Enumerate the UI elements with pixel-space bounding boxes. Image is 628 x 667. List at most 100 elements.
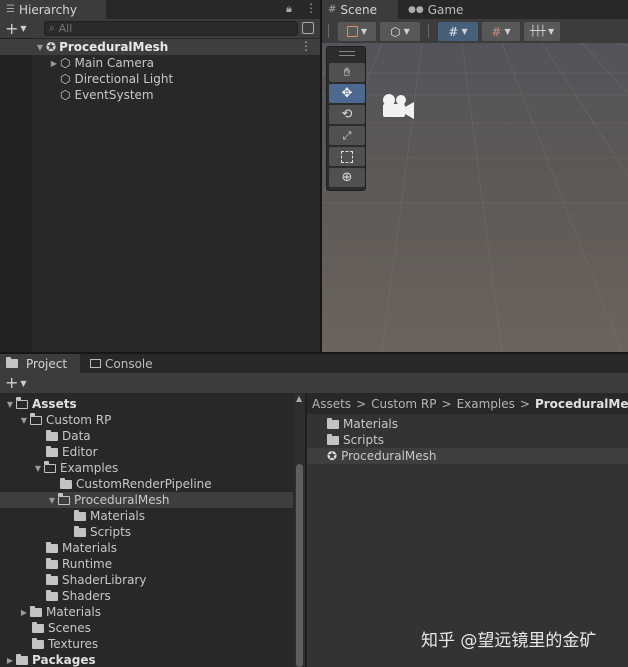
scene-visibility-icon[interactable]	[302, 22, 314, 34]
transform-icon: ⊕	[341, 170, 353, 185]
folder-icon	[74, 509, 86, 521]
content-item-materials[interactable]: Materials	[307, 416, 628, 432]
tab-game[interactable]: ●● Game	[402, 0, 469, 19]
draw-mode-dropdown[interactable]: ▼	[338, 22, 376, 41]
tree-scrollbar-track[interactable]: ▲	[294, 394, 305, 667]
tree-item-editor[interactable]: Editor	[0, 444, 305, 460]
collapsed-arrow-icon[interactable]: ▶	[4, 656, 16, 665]
breadcrumb-proceduralmesh[interactable]: ProceduralMesh	[535, 397, 628, 411]
vertical-splitter[interactable]	[320, 0, 322, 352]
expand-arrow-icon[interactable]: ▼	[34, 43, 46, 52]
move-tool-button[interactable]: ✥	[329, 84, 365, 103]
expand-arrow-icon[interactable]: ▼	[4, 400, 16, 409]
hierarchy-item-eventsystem[interactable]: ⬡ EventSystem	[0, 87, 320, 103]
hierarchy-panel: ☰ Hierarchy 🔒︎ ⋮ + ▼ ⌕ All ▼ ✪ Procedura…	[0, 0, 320, 352]
palette-grip-icon[interactable]	[339, 51, 355, 56]
tab-hierarchy[interactable]: ☰ Hierarchy	[0, 0, 106, 19]
tree-item-proceduralmesh[interactable]: ▼ ProceduralMesh	[0, 492, 293, 508]
hierarchy-item-main-camera[interactable]: ▶ ⬡ Main Camera	[0, 55, 320, 71]
tree-item-customrenderpipeline[interactable]: CustomRenderPipeline	[0, 476, 305, 492]
list-icon: ☰	[6, 4, 15, 15]
create-button[interactable]: + ▼	[5, 19, 27, 38]
tab-console[interactable]: Console	[84, 354, 159, 373]
expand-arrow-icon[interactable]: ▼	[18, 416, 30, 425]
tree-item-textures[interactable]: Textures	[0, 636, 305, 652]
tree-item-scenes[interactable]: Scenes	[0, 620, 305, 636]
tree-label: Assets	[32, 397, 77, 411]
rect-transform-icon	[341, 150, 353, 163]
expand-arrow-icon[interactable]: ▼	[46, 496, 58, 505]
tab-scene[interactable]: # Scene	[322, 0, 398, 19]
scroll-up-arrow-icon[interactable]: ▲	[296, 394, 302, 403]
scene-toolbar: ▼ ⬡ ▼ # ▼ # ▼ ┼┼┼ ▼	[322, 19, 628, 43]
collapsed-arrow-icon[interactable]: ▶	[18, 608, 30, 617]
breadcrumb-separator: >	[519, 397, 530, 411]
tree-label: Materials	[90, 509, 146, 523]
render-mode-dropdown[interactable]: ⬡ ▼	[380, 22, 420, 41]
scene-panel: # Scene ●● Game ▼ ⬡ ▼ # ▼ # ▼ ┼┼┼ ▼ ✋︎ ✥…	[322, 0, 628, 352]
project-toolbar: + ▼	[0, 373, 628, 393]
chevron-down-icon: ▼	[403, 27, 410, 36]
tree-item-data[interactable]: Data	[0, 428, 305, 444]
lock-icon[interactable]: 🔒︎	[286, 2, 292, 16]
camera-gizmo-icon[interactable]	[379, 93, 417, 121]
content-label: Scripts	[343, 433, 385, 447]
folder-icon	[327, 417, 339, 429]
folder-open-icon	[29, 413, 42, 425]
tree-label: Data	[62, 429, 91, 443]
breadcrumb-examples[interactable]: Examples	[457, 397, 515, 411]
project-create-button[interactable]: + ▼	[5, 373, 27, 393]
scene-tab-strip: # Scene ●● Game	[322, 0, 628, 19]
breadcrumb-custom-rp[interactable]: Custom RP	[371, 397, 436, 411]
project-panel: Project Console + ▼ ▼ Assets ▼ Custom RP…	[0, 354, 628, 667]
plus-icon: +	[5, 373, 19, 392]
chevron-down-icon: ▼	[547, 27, 555, 36]
content-label: ProceduralMesh	[341, 449, 437, 463]
tree-item-runtime[interactable]: Runtime	[0, 556, 305, 572]
ruler-icon: ┼┼┼	[529, 26, 546, 37]
content-item-scripts[interactable]: Scripts	[307, 432, 628, 448]
tree-item-materials[interactable]: Materials	[0, 540, 305, 556]
scene-viewport[interactable]	[322, 43, 628, 352]
horizontal-splitter[interactable]	[0, 352, 628, 354]
hand-tool-button[interactable]: ✋︎	[329, 63, 365, 82]
tree-item-scripts-sub[interactable]: Scripts	[0, 524, 305, 540]
folder-icon	[60, 477, 72, 489]
scene-grid	[322, 43, 628, 352]
tab-project[interactable]: Project	[0, 354, 80, 373]
increment-snap-dropdown[interactable]: # ▼	[482, 22, 520, 41]
hierarchy-item-directional-light[interactable]: ⬡ Directional Light	[0, 71, 320, 87]
gameobject-cube-icon: ⬡	[60, 88, 71, 102]
hierarchy-scene-row[interactable]: ▼ ✪ ProceduralMesh ⋮	[0, 39, 320, 55]
tree-item-shaderlibrary[interactable]: ShaderLibrary	[0, 572, 305, 588]
tree-item-assets[interactable]: ▼ Assets	[0, 396, 305, 412]
rotate-tool-button[interactable]: ⟲	[329, 105, 365, 124]
search-placeholder: All	[58, 22, 73, 35]
tree-label: ShaderLibrary	[62, 573, 147, 587]
unity-scene-icon: ✪	[46, 40, 57, 54]
rect-tool-button[interactable]	[329, 147, 365, 166]
transform-tool-button[interactable]: ⊕	[329, 168, 365, 187]
snap-icon: #	[491, 24, 502, 39]
breadcrumb-assets[interactable]: Assets	[312, 397, 351, 411]
tree-item-materials-root[interactable]: ▶ Materials	[0, 604, 305, 620]
collapsed-arrow-icon[interactable]: ▶	[48, 59, 60, 68]
chevron-down-icon: ▼	[504, 27, 511, 36]
tree-item-examples[interactable]: ▼ Examples	[0, 460, 305, 476]
tree-item-packages[interactable]: ▶ Packages	[0, 652, 305, 667]
tree-item-materials-sub[interactable]: Materials	[0, 508, 305, 524]
rotate-icon: ⟲	[341, 107, 353, 122]
tree-item-shaders[interactable]: Shaders	[0, 588, 305, 604]
hierarchy-search-field[interactable]: ⌕ All	[44, 21, 298, 36]
content-item-proceduralmesh[interactable]: ✪ ProceduralMesh	[307, 448, 628, 464]
folder-icon	[46, 445, 58, 457]
expand-arrow-icon[interactable]: ▼	[32, 464, 44, 473]
grid-snapping-toggle[interactable]: # ▼	[438, 22, 478, 41]
tree-item-custom-rp[interactable]: ▼ Custom RP	[0, 412, 305, 428]
ruler-snap-dropdown[interactable]: ┼┼┼ ▼	[524, 22, 560, 41]
scene-menu-icon[interactable]: ⋮	[300, 39, 312, 53]
scale-tool-button[interactable]: ⤢	[329, 126, 365, 145]
more-options-icon[interactable]: ⋮	[305, 1, 317, 15]
tree-scrollbar-thumb[interactable]	[296, 464, 303, 667]
tab-project-label: Project	[26, 356, 68, 371]
